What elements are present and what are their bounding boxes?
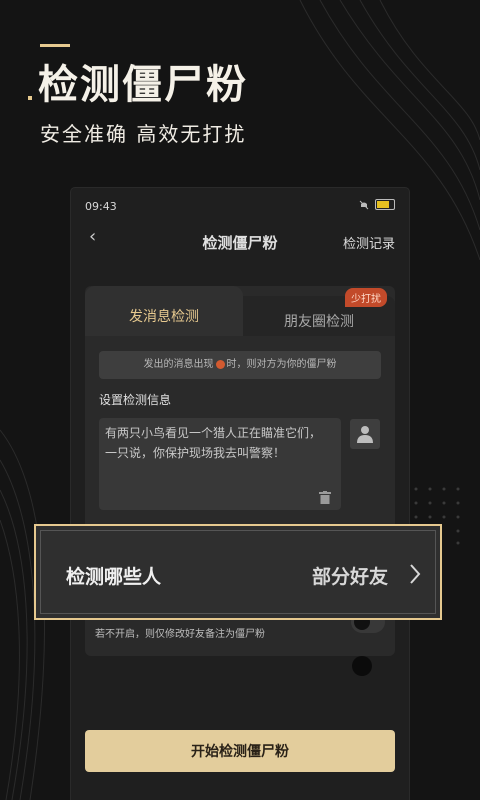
title-accent-bar — [40, 44, 70, 47]
detect-notice: 发出的消息出现 时，则对方为你的僵尸粉 — [99, 351, 381, 379]
chevron-right-icon — [410, 564, 421, 584]
less-disturb-badge: 少打扰 — [345, 288, 387, 307]
title-corner-mark — [28, 96, 32, 100]
phone-screen: 09:43 ‹ 检测僵尸粉 检测记录 发消息检测 朋友圈检测 少打扰 发出的消息… — [71, 188, 409, 800]
hero-title: 检测僵尸粉 — [38, 62, 248, 108]
warning-dot-icon — [215, 359, 225, 369]
detect-info-title: 设置检测信息 — [99, 393, 172, 407]
status-time: 09:43 — [85, 200, 117, 213]
detect-scope-label: 检测哪些人 — [66, 566, 162, 588]
notice-text-after: 时，则对方为你的僵尸粉 — [226, 359, 337, 370]
trash-icon[interactable] — [319, 491, 331, 504]
notice-text-before: 发出的消息出现 — [143, 359, 214, 370]
status-dot — [352, 656, 372, 676]
detect-history-link[interactable]: 检测记录 — [343, 233, 395, 252]
battery-icon — [375, 199, 395, 210]
start-detect-button[interactable]: 开始检测僵尸粉 — [85, 730, 395, 772]
person-icon — [357, 426, 373, 443]
hero-subtitle: 安全准确 高效无打扰 — [40, 122, 247, 146]
detect-scope-value: 部分好友 — [311, 566, 388, 588]
detect-message-text: 有两只小鸟看见一个猎人正在瞄准它们，一只说，你保护现场我去叫警察！ — [105, 426, 322, 460]
mute-icon — [359, 200, 369, 209]
select-contact-button[interactable] — [350, 419, 380, 449]
tab-moments-detect-label: 朋友圈检测 — [284, 314, 354, 330]
tab-message-detect-label: 发消息检测 — [129, 309, 199, 325]
toggle-hint: 若不开启，则仅修改好友备注为僵尸粉 — [95, 629, 265, 640]
status-icons — [359, 199, 395, 210]
detect-scope-row[interactable]: 检测哪些人 部分好友 — [34, 524, 442, 620]
